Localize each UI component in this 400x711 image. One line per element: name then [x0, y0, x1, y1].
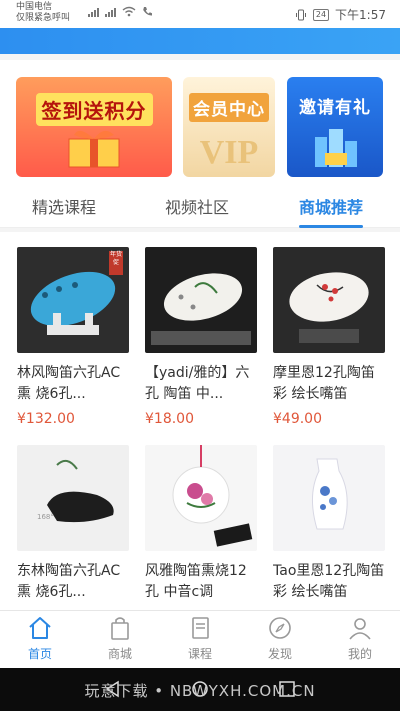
promo-banners: 签到送积分 会员中心 VIP 邀请有礼 — [0, 60, 400, 186]
signal-icons — [88, 6, 153, 17]
nav-label: 课程 — [187, 647, 212, 661]
ocarina-plum-image — [289, 272, 369, 343]
ocarina-black-image: 168° — [37, 459, 114, 523]
product-image — [273, 445, 385, 551]
app-screen: 中国电信 仅限紧急呼叫 24 下午1:57 签到送积分 会员中心 VIP 邀请有… — [0, 0, 400, 711]
svg-text:VIP: VIP — [200, 134, 259, 169]
phone-city-icon — [315, 129, 357, 167]
vibrate-icon — [295, 9, 306, 20]
product-name: 摩里恩12孔陶笛彩 绘长嘴笛 — [273, 365, 375, 402]
nav-courses[interactable]: 课程 — [168, 615, 232, 662]
nav-label: 首页 — [27, 647, 52, 661]
product-name: 林风陶笛六孔AC熏 烧6孔... — [17, 365, 121, 402]
tab-featured-courses[interactable]: 精选课程 — [32, 194, 96, 224]
status-bar: 中国电信 仅限紧急呼叫 24 下午1:57 — [0, 0, 400, 28]
tab-label: 商城推荐 — [299, 198, 364, 217]
header-bar — [0, 28, 400, 54]
nav-discover[interactable]: 发现 — [248, 615, 312, 662]
product-image — [145, 247, 257, 353]
product-name: 东林陶笛六孔AC熏 烧6孔... — [17, 563, 121, 600]
phone-icon — [143, 7, 152, 16]
book-icon — [192, 617, 209, 639]
product-card[interactable]: 【yadi/雅的】六孔 陶笛 中... ¥18.00 — [145, 247, 257, 427]
user-icon — [349, 618, 371, 640]
ocarina-vase-image — [312, 458, 348, 530]
product-name: 风雅陶笛熏烧12孔 中音c调 — [145, 563, 247, 600]
product-grid: 年货促 林风陶笛六孔AC熏 烧6孔... ¥132.00 【yadi/雅的】六孔… — [0, 232, 400, 612]
tab-shop-recommend[interactable]: 商城推荐 — [299, 194, 364, 228]
home-icon — [29, 617, 51, 639]
signal-icon-2 — [105, 8, 116, 17]
nav-shop[interactable]: 商城 — [88, 615, 152, 662]
product-card[interactable]: 摩里恩12孔陶笛彩 绘长嘴笛 ¥49.00 — [273, 247, 385, 427]
tab-label: 视频社区 — [165, 198, 230, 217]
banner-checkin[interactable]: 签到送积分 — [16, 77, 172, 177]
wifi-icon — [122, 6, 136, 17]
banner-member-label: 会员中心 — [189, 93, 269, 122]
product-image — [145, 445, 257, 551]
product-name: Tao里恩12孔陶笛彩 绘长嘴笛 — [273, 563, 385, 600]
carrier-info: 中国电信 仅限紧急呼叫 — [16, 2, 70, 24]
product-card[interactable]: Tao里恩12孔陶笛彩 绘长嘴笛 — [273, 445, 385, 603]
product-image: 年货促 — [17, 247, 129, 353]
nav-label: 我的 — [347, 647, 372, 661]
product-image — [273, 247, 385, 353]
banner-invite-label: 邀请有礼 — [299, 98, 371, 118]
carrier-status: 仅限紧急呼叫 — [16, 13, 71, 23]
product-image: 168° — [17, 445, 129, 551]
battery-indicator: 24 — [312, 8, 330, 21]
promo-tag: 年货促 — [109, 251, 123, 275]
shopping-bag-icon — [111, 617, 129, 640]
tab-active-indicator — [299, 225, 364, 228]
vip-icon: VIP — [200, 134, 259, 169]
product-card[interactable]: 风雅陶笛熏烧12孔 中音c调 — [145, 445, 257, 603]
bottom-nav: 首页 商城 课程 发现 我的 — [0, 610, 400, 668]
carrier-name: 中国电信 — [16, 2, 53, 12]
product-name: 【yadi/雅的】六孔 陶笛 中... — [145, 365, 250, 402]
product-card[interactable]: 168° 东林陶笛六孔AC熏 烧6孔... — [17, 445, 129, 603]
svg-text:168°: 168° — [37, 513, 54, 521]
nav-profile[interactable]: 我的 — [328, 615, 392, 662]
product-price: ¥18.00 — [145, 411, 194, 427]
watermark: 玩意下载 • NBWYXH.COM.CN — [84, 682, 316, 700]
tab-video-community[interactable]: 视频社区 — [165, 194, 229, 224]
category-tabs: 精选课程 视频社区 商城推荐 — [0, 186, 400, 228]
banner-checkin-label: 签到送积分 — [35, 93, 153, 126]
nav-label: 商城 — [107, 647, 132, 661]
ocarina-white-image — [151, 273, 251, 345]
nav-label: 发现 — [267, 647, 292, 661]
status-right: 24 下午1:57 — [295, 6, 386, 23]
signal-icon — [88, 8, 99, 17]
gift-box-icon — [68, 130, 120, 168]
nav-home[interactable]: 首页 — [8, 615, 72, 662]
ocarina-round-image — [172, 445, 253, 547]
compass-icon — [269, 617, 291, 639]
product-price: ¥132.00 — [17, 411, 75, 427]
banner-invite[interactable]: 邀请有礼 — [287, 77, 383, 177]
product-price: ¥49.00 — [273, 411, 322, 427]
tab-label: 精选课程 — [32, 198, 97, 217]
product-card[interactable]: 年货促 林风陶笛六孔AC熏 烧6孔... ¥132.00 — [17, 247, 129, 427]
status-time: 下午1:57 — [335, 8, 386, 22]
banner-member[interactable]: 会员中心 VIP — [183, 77, 275, 177]
